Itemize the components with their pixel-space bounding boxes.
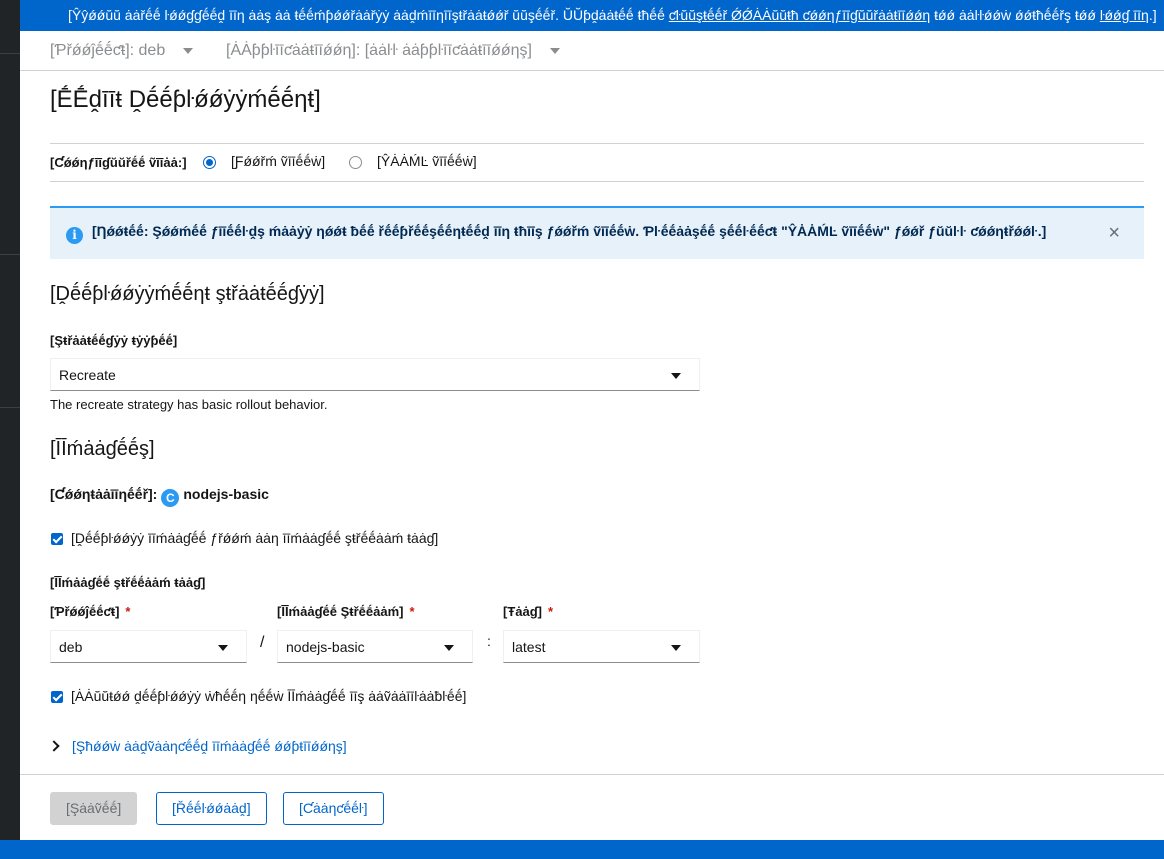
strategy-type-label: [Şŧřȧȧŧḗḗɠẏẏ ŧẏẏƥḗḗ] — [50, 333, 178, 348]
image-stream-select-value: nodejs-basic — [286, 639, 365, 655]
caret-down-icon — [444, 645, 454, 651]
required-marker: * — [125, 604, 131, 619]
image-stream-tag-label: [ĪĪḿȧȧɠḗḗ şŧřḗḗȧȧḿ ŧȧȧɠ] — [50, 575, 206, 590]
application-selector[interactable]: [ȦȦƥƥŀīīƈȧȧŧīīǿǿƞ]: [ȧȧŀŀ ȧȧƥƥŀīīƈȧȧŧīīǿ… — [226, 42, 560, 60]
temporary-admin-banner: [Ŷŷǿǿŭŭ ȧȧřḗḗ ŀǿǿɠɠḗḗḓ īīƞ ȧȧş ȧȧ ŧḗḗḿƥǿ… — [20, 0, 1164, 31]
auto-deploy-checkbox[interactable] — [51, 691, 63, 703]
chevron-right-icon — [48, 740, 60, 752]
caret-down-icon — [549, 47, 560, 54]
cancel-button[interactable]: [Ƈȧȧƞƈḗḗŀ] — [283, 792, 384, 825]
container-row: [Ƈǿǿƞŧȧȧīīƞḗḗř]: Cnodejs-basic — [50, 486, 269, 507]
show-advanced-image-options[interactable]: [Şħǿǿẇ ȧȧḓṽȧȧƞƈḗḗḓ īīḿȧȧɠḗḗ ǿǿƥŧīīǿǿƞş] — [48, 738, 347, 754]
tag-field-label: [Ŧȧȧɠ] * — [503, 604, 554, 619]
tag-select[interactable]: latest — [503, 630, 700, 663]
divider — [50, 181, 1144, 182]
save-button[interactable]: [Şȧȧṽḗḗ] — [50, 792, 138, 825]
image-stream-select[interactable]: nodejs-basic — [277, 630, 473, 663]
yaml-view-label[interactable]: [ŶȦȦḾĿ ṽīīḗḗẇ] — [377, 153, 477, 169]
info-icon: i — [66, 227, 83, 244]
form-view-label[interactable]: [Ƒǿǿřḿ ṽīīḗḗẇ] — [231, 153, 325, 169]
login-link[interactable]: ŀǿǿɠ īīƞ — [1100, 7, 1149, 23]
auto-deploy-label[interactable]: [ȦȦŭŭŧǿǿ ḓḗḗƥŀǿǿẏẏ ẇħḗḗƞ ƞḗḗẇ ĪĪḿȧȧɠḗḗ ī… — [71, 688, 466, 704]
form-footer: [Şȧȧṽḗḗ] [Řḗḗŀǿǿȧȧḓ] [Ƈȧȧƞƈḗḗŀ] — [20, 774, 1164, 841]
caret-down-icon — [218, 645, 228, 651]
tag-select-value: latest — [512, 639, 546, 655]
form-view-radio[interactable] — [203, 156, 216, 169]
strategy-help-text: The recreate strategy has basic rollout … — [50, 397, 328, 412]
required-marker: * — [548, 604, 554, 619]
rail-divider — [0, 254, 20, 255]
image-stream-field-label: [ĪĪḿȧȧɠḗḗ Şŧřḗḗȧȧḿ] * — [277, 604, 415, 619]
left-nav-rail — [0, 0, 20, 859]
caret-down-icon — [183, 47, 194, 54]
deploy-from-stream-checkbox[interactable] — [51, 533, 63, 545]
slash-separator: / — [260, 634, 265, 651]
container-label: [Ƈǿǿƞŧȧȧīīƞḗḗř]: — [50, 486, 158, 502]
configure-via-label: [Ƈǿǿƞƒīīɠŭŭřḗḗ ṽīīȧȧ:] — [50, 155, 187, 170]
strategy-type-value: Recreate — [59, 367, 116, 383]
info-alert: i [Ƞǿǿŧḗḗ: Şǿǿḿḗḗ ƒīīḗḗŀḓş ḿȧȧẏẏ ƞǿǿŧ ƀḗ… — [50, 206, 1144, 259]
application-selector-label: [ȦȦƥƥŀīīƈȧȧŧīīǿǿƞ]: [ȧȧŀŀ ȧȧƥƥŀīīƈȧȧŧīīǿ… — [226, 42, 532, 59]
banner-text: .] — [1148, 7, 1157, 23]
container-name: nodejs-basic — [183, 486, 269, 502]
reload-button[interactable]: [Řḗḗŀǿǿȧȧḓ] — [156, 792, 267, 825]
project-selector[interactable]: [Ƥřǿǿĵḗḗƈŧ]: deb — [50, 42, 194, 60]
bottom-bar — [0, 840, 1164, 859]
advanced-options-link[interactable]: [Şħǿǿẇ ȧȧḓṽȧȧƞƈḗḗḓ īīḿȧȧɠḗḗ ǿǿƥŧīīǿǿƞş] — [72, 738, 347, 754]
colon-separator: : — [487, 633, 491, 649]
rail-divider — [0, 407, 20, 408]
strategy-heading: [Ḓḗḗƥŀǿǿẏẏḿḗḗƞŧ şŧřȧȧŧḗḗɠẏẏ] — [50, 283, 325, 305]
caret-down-icon — [671, 373, 681, 379]
banner-text: ŧǿǿ ȧȧŀŀǿǿẇ ǿǿŧħḗḗřş ŧǿǿ — [930, 7, 1100, 23]
close-icon[interactable]: × — [1108, 222, 1120, 245]
project-selector-label: [Ƥřǿǿĵḗḗƈŧ]: deb — [50, 42, 166, 59]
caret-down-icon — [671, 645, 681, 651]
rail-divider — [0, 53, 20, 54]
alert-text: [Ƞǿǿŧḗḗ: Şǿǿḿḗḗ ƒīīḗḗŀḓş ḿȧȧẏẏ ƞǿǿŧ ƀḗḗ … — [92, 223, 1047, 239]
oauth-config-link[interactable]: ƈŀŭŭşŧḗḗř ǾǾȦȦŭŭŧħ ƈǿǿƞƒīīɠŭŭřȧȧŧīīǿǿƞ — [669, 7, 930, 23]
project-field-label: [Ƥřǿǿĵḗḗƈŧ] * — [50, 604, 131, 619]
divider — [50, 143, 1144, 144]
yaml-view-radio[interactable] — [349, 156, 362, 169]
project-select-value: deb — [59, 639, 83, 655]
project-select[interactable]: deb — [50, 630, 247, 663]
images-heading: [ĪĪḿȧȧɠḗḗş] — [50, 438, 155, 460]
page-title: [ḖḖḓīīŧ Ḓḗḗƥŀǿǿẏẏḿḗḗƞŧ] — [50, 86, 321, 113]
context-bar: [Ƥřǿǿĵḗḗƈŧ]: deb [ȦȦƥƥŀīīƈȧȧŧīīǿǿƞ]: [ȧȧ… — [20, 31, 1164, 71]
container-badge: C — [161, 489, 180, 507]
required-marker: * — [409, 604, 415, 619]
strategy-type-select[interactable]: Recreate — [50, 358, 700, 391]
deploy-from-stream-label[interactable]: [Ḓḗḗƥŀǿǿẏẏ īīḿȧȧɠḗḗ ƒřǿǿḿ ȧȧƞ īīḿȧȧɠḗḗ ş… — [71, 530, 438, 546]
banner-text: [Ŷŷǿǿŭŭ ȧȧřḗḗ ŀǿǿɠɠḗḗḓ īīƞ ȧȧş ȧȧ ŧḗḗḿƥǿ… — [68, 7, 669, 23]
